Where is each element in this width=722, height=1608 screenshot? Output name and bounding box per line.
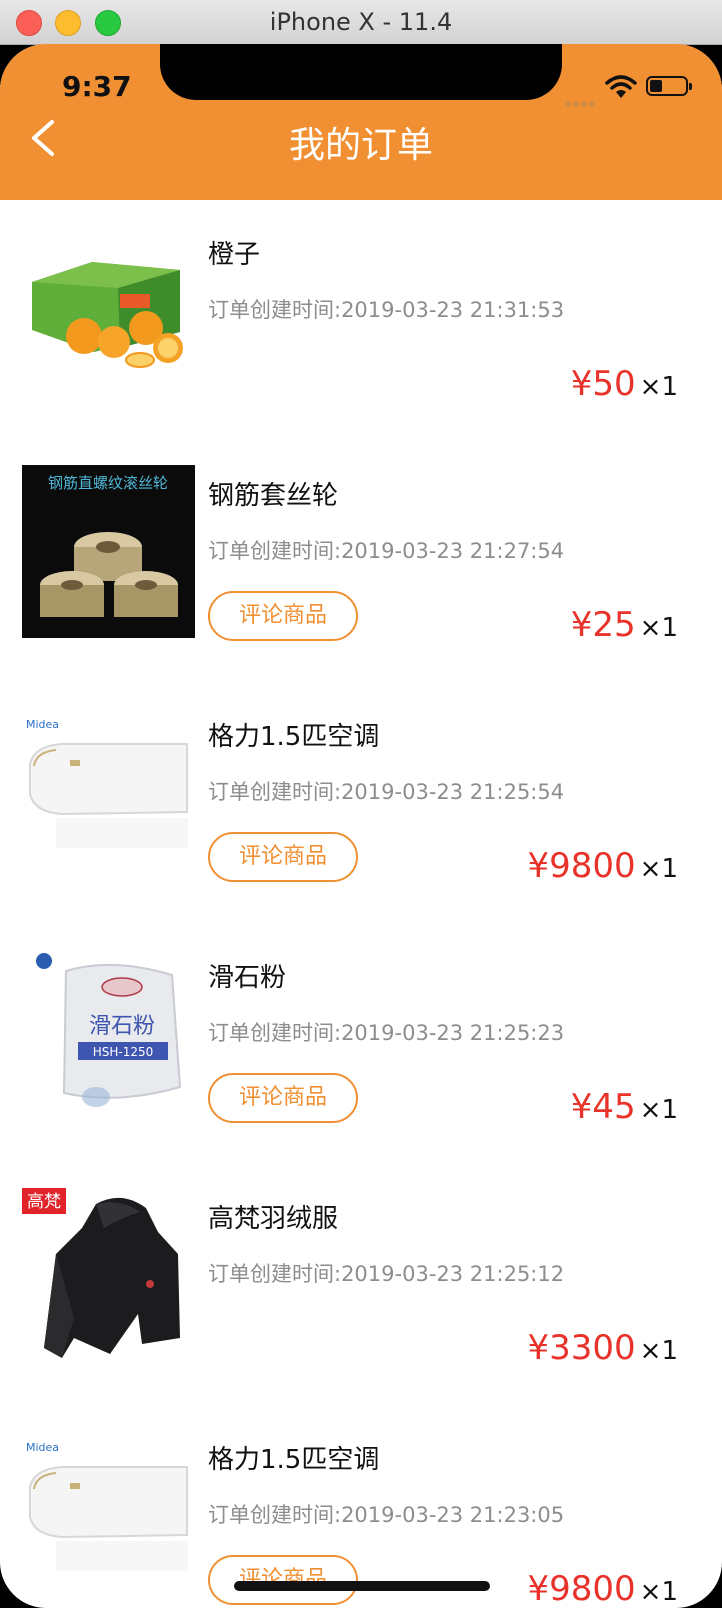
talc-bag-thumbnail: 滑石粉 HSH-1250 — [22, 947, 195, 1120]
air-conditioner-thumbnail: Midea — [22, 1429, 195, 1602]
product-name: 橙子 — [208, 240, 261, 270]
product-quantity: ×1 — [639, 613, 678, 643]
price-box: ¥50 ×1 — [571, 364, 678, 404]
product-name: 格力1.5匹空调 — [208, 1445, 380, 1475]
product-quantity: ×1 — [639, 1577, 678, 1607]
order-item[interactable]: Midea 格力1.5匹空调 订单创建时间:2019-03-23 21:25:5… — [0, 682, 722, 923]
price-box: ¥25 ×1 — [571, 605, 678, 645]
product-quantity: ×1 — [639, 854, 678, 884]
product-quantity: ×1 — [639, 1095, 678, 1125]
brand-label: Midea — [26, 1441, 59, 1454]
product-quantity: ×1 — [639, 372, 678, 402]
order-item[interactable]: Midea 格力1.5匹空调 订单创建时间:2019-03-23 21:23:0… — [0, 1405, 722, 1608]
thumbnail-caption: 钢筋直螺纹滚丝轮 — [48, 474, 168, 492]
order-list: 橙子 订单创建时间:2019-03-23 21:31:53 ¥50 ×1 钢筋直螺… — [0, 200, 722, 1608]
product-price: ¥9800 — [527, 846, 636, 886]
battery-icon — [646, 76, 692, 96]
order-item[interactable]: 滑石粉 HSH-1250 滑石粉 订单创建时间:2019-03-23 21:25… — [0, 923, 722, 1164]
thumbnail-model: HSH-1250 — [93, 1045, 154, 1059]
product-name: 高梵羽绒服 — [208, 1204, 339, 1234]
window-title: iPhone X - 11.4 — [269, 8, 453, 36]
cellular-signal-icon — [565, 92, 597, 111]
order-item[interactable]: 橙子 订单创建时间:2019-03-23 21:31:53 ¥50 ×1 — [0, 200, 722, 441]
price-box: ¥45 ×1 — [571, 1087, 678, 1127]
order-item[interactable]: 高梵 高梵羽绒服 订单创建时间:2019-03-23 21:25:12 ¥330… — [0, 1164, 722, 1405]
page-title: 我的订单 — [288, 125, 433, 166]
comment-product-button[interactable]: 评论商品 — [208, 1555, 358, 1605]
comment-product-button[interactable]: 评论商品 — [208, 832, 358, 882]
home-indicator[interactable] — [234, 1581, 490, 1591]
order-created-time: 订单创建时间:2019-03-23 21:25:12 — [208, 1262, 565, 1286]
price-box: ¥9800 ×1 — [528, 1569, 679, 1608]
product-price: ¥9800 — [527, 1569, 636, 1608]
simulator-titlebar: iPhone X - 11.4 — [0, 0, 722, 45]
brand-label: Midea — [26, 718, 59, 731]
order-created-time: 订单创建时间:2019-03-23 21:31:53 — [208, 298, 565, 322]
thread-roller-thumbnail: 钢筋直螺纹滚丝轮 — [22, 465, 195, 638]
air-conditioner-thumbnail: Midea — [22, 706, 195, 879]
product-price: ¥25 — [570, 605, 636, 645]
brand-label: 高梵 — [27, 1192, 61, 1212]
down-jacket-thumbnail: 高梵 — [22, 1188, 195, 1361]
product-price: ¥3300 — [527, 1328, 636, 1368]
orange-box-thumbnail — [22, 224, 195, 397]
order-created-time: 订单创建时间:2019-03-23 21:27:54 — [208, 539, 565, 563]
nav-header: 9:37 我的订单 — [0, 44, 722, 200]
wifi-icon — [605, 75, 637, 98]
product-price: ¥50 — [570, 364, 636, 404]
price-box: ¥9800 ×1 — [528, 846, 679, 886]
comment-product-button[interactable]: 评论商品 — [208, 1073, 358, 1123]
order-created-time: 订单创建时间:2019-03-23 21:25:54 — [208, 780, 565, 804]
order-item[interactable]: 钢筋直螺纹滚丝轮 钢筋套丝轮 订单创建时间:2019-03-23 21:27:5… — [0, 441, 722, 682]
phone-screen: 9:37 我的订单 橙子 订单创建时间:2019-03-23 21:31:53 … — [0, 44, 722, 1608]
product-name: 格力1.5匹空调 — [208, 722, 380, 752]
order-created-time: 订单创建时间:2019-03-23 21:23:05 — [208, 1503, 565, 1527]
device-notch — [160, 44, 562, 100]
product-price: ¥45 — [570, 1087, 636, 1127]
product-name: 滑石粉 — [208, 963, 287, 993]
comment-product-button[interactable]: 评论商品 — [208, 591, 358, 641]
thumbnail-caption: 滑石粉 — [89, 1014, 155, 1039]
price-box: ¥3300 ×1 — [528, 1328, 679, 1368]
product-quantity: ×1 — [639, 1336, 678, 1366]
order-created-time: 订单创建时间:2019-03-23 21:25:23 — [208, 1021, 565, 1045]
status-time: 9:37 — [62, 70, 132, 103]
product-name: 钢筋套丝轮 — [208, 481, 339, 511]
